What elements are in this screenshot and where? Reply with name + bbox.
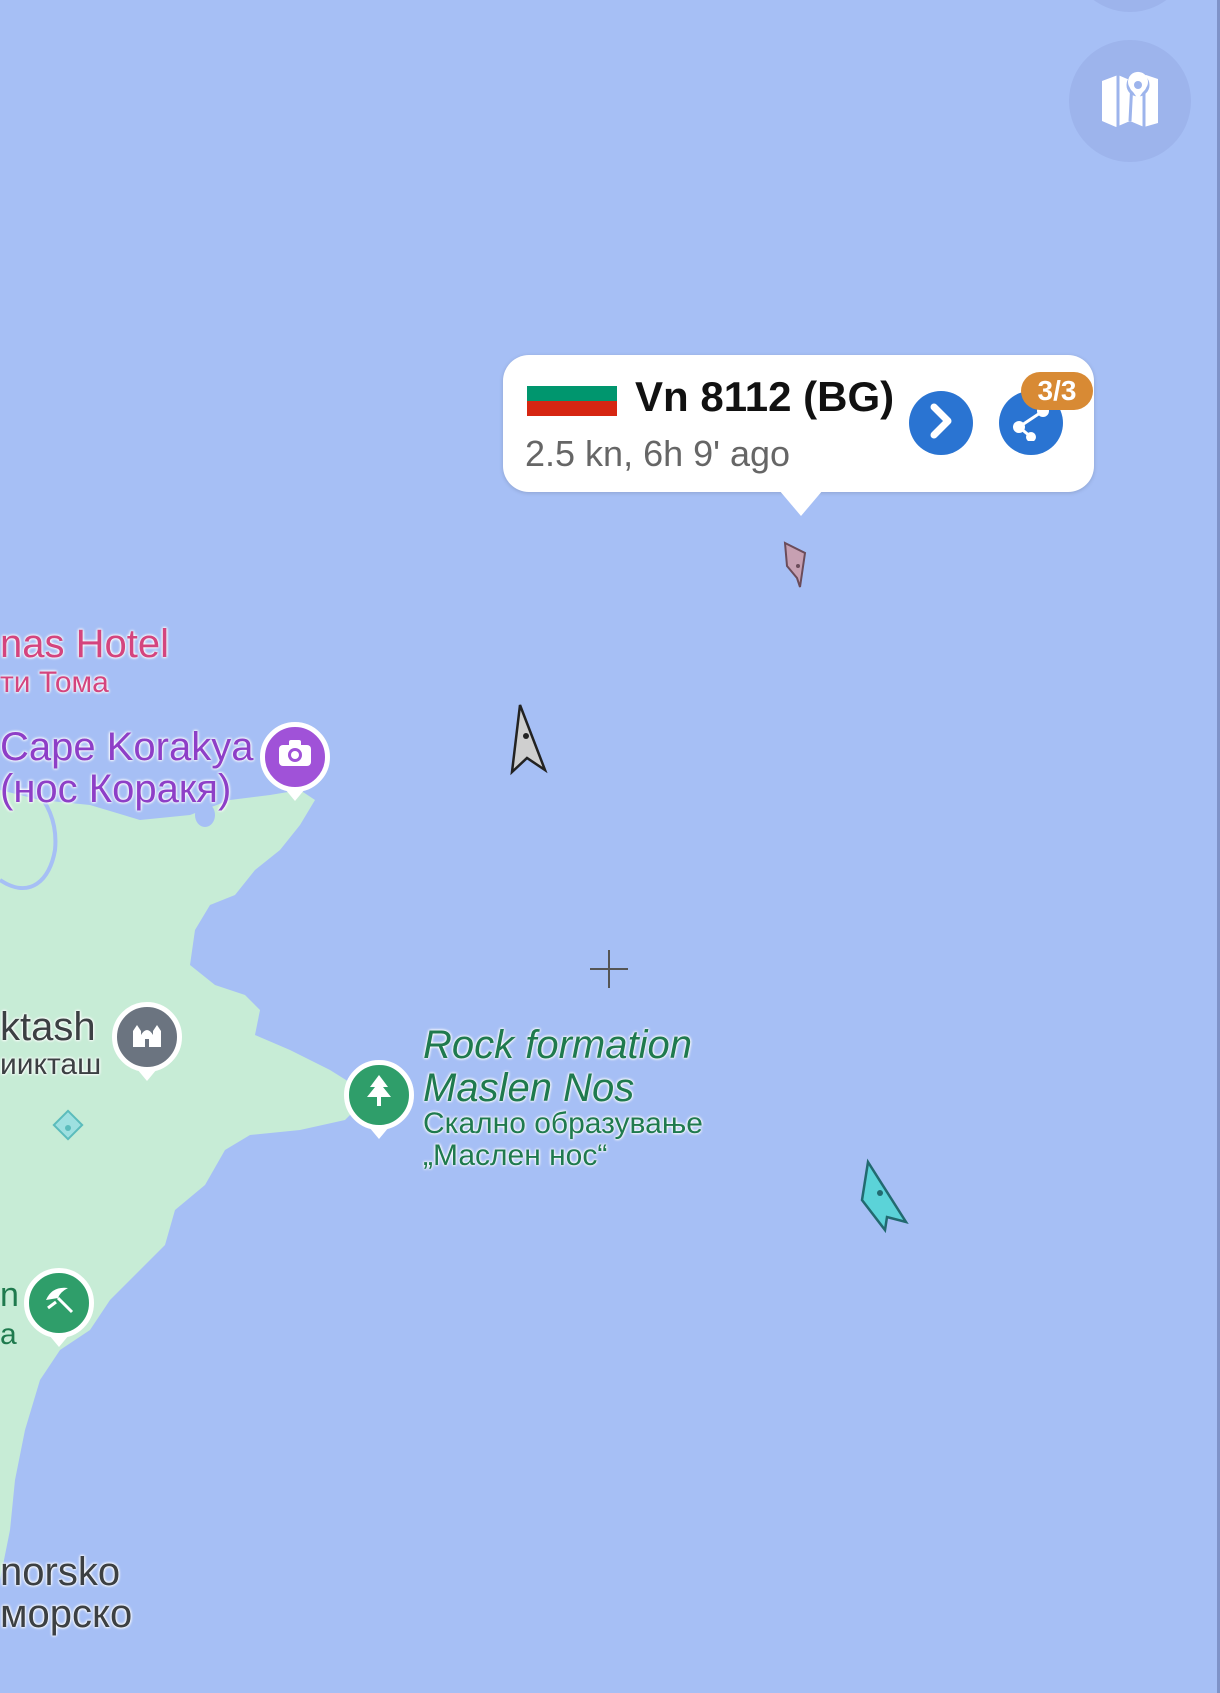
tree-icon [364,1073,394,1117]
bulgaria-flag-icon [527,380,617,416]
park-pin[interactable] [344,1060,414,1130]
place-label-rock-1[interactable]: Rock formation [423,1024,692,1066]
map-layers-button[interactable] [1069,40,1191,162]
place-label-hotel[interactable]: nas Hotel [0,624,169,664]
beach-pin[interactable] [24,1268,94,1338]
mosque-icon [129,1017,165,1057]
place-label-aktash-local: иикташ [0,1048,102,1081]
chevron-right-icon [926,403,956,444]
vessel-status: 2.5 kn, 6h 9' ago [525,433,791,474]
place-label-rock-local-2: „Маслен нос“ [423,1139,608,1172]
vessel-name: Vn 8112 (BG) [635,373,895,420]
vessel-details-button[interactable] [909,391,973,455]
camera-icon [278,739,312,775]
place-label-partial-1: n [0,1276,19,1314]
vessel-info-popup[interactable]: Vn 8112 (BG) 2.5 kn, 6h 9' ago 3/3 [503,355,1094,516]
place-label-morsko[interactable]: norsko [0,1552,120,1592]
place-label-hotel-local: ти Тома [0,666,109,699]
mosque-pin[interactable] [112,1002,182,1072]
camera-pin[interactable] [260,722,330,792]
place-label-partial-2: a [0,1318,17,1351]
map-center-crosshair [590,950,628,988]
place-label-rock-local-1: Скално образување [423,1107,703,1140]
place-label-morsko-local: морско [0,1592,133,1636]
map-layers-icon [1098,67,1162,136]
place-label-aktash[interactable]: ktash [0,1007,96,1047]
beach-umbrella-icon [42,1282,76,1324]
track-count-badge: 3/3 [1021,372,1093,410]
place-label-rock-2[interactable]: Maslen Nos [423,1067,634,1109]
map-canvas[interactable] [0,0,1220,1693]
place-label-cape[interactable]: Cape Korakya [0,726,253,768]
place-label-cape-local: (нос Коракя) [0,767,232,811]
